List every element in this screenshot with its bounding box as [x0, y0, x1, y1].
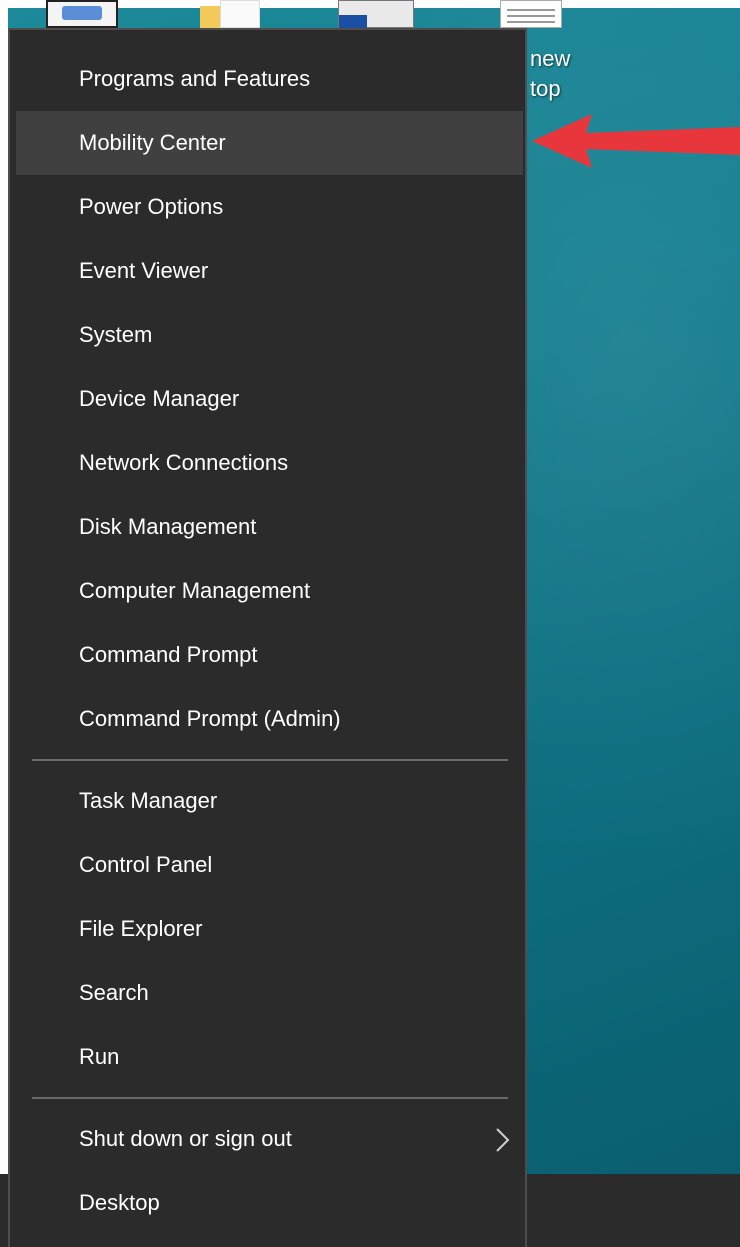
menu-item-label: Event Viewer	[79, 258, 209, 283]
menu-separator	[32, 759, 508, 761]
menu-item-label: Command Prompt	[79, 642, 258, 667]
menu-item-file-explorer[interactable]: File Explorer	[16, 897, 523, 961]
menu-item-event-viewer[interactable]: Event Viewer	[16, 239, 523, 303]
text-file-icon[interactable]	[500, 0, 562, 28]
menu-item-mobility-center[interactable]: Mobility Center	[16, 111, 523, 175]
menu-item-desktop[interactable]: Desktop	[16, 1171, 523, 1235]
desktop-shortcut-label[interactable]: new top	[530, 44, 570, 104]
menu-item-label: Disk Management	[79, 514, 257, 539]
menu-separator	[32, 1097, 508, 1099]
folder-document-icon[interactable]	[200, 0, 260, 28]
menu-item-label: Desktop	[79, 1190, 160, 1215]
menu-item-label: Control Panel	[79, 852, 213, 877]
menu-item-label: Programs and Features	[79, 66, 311, 91]
menu-item-system[interactable]: System	[16, 303, 523, 367]
menu-item-label: Task Manager	[79, 788, 218, 813]
menu-item-command-prompt-admin[interactable]: Command Prompt (Admin)	[16, 687, 523, 751]
menu-item-programs-and-features[interactable]: Programs and Features	[16, 47, 523, 111]
menu-item-label: Run	[79, 1044, 120, 1069]
menu-item-control-panel[interactable]: Control Panel	[16, 833, 523, 897]
menu-item-command-prompt[interactable]: Command Prompt	[16, 623, 523, 687]
menu-item-network-connections[interactable]: Network Connections	[16, 431, 523, 495]
menu-item-computer-management[interactable]: Computer Management	[16, 559, 523, 623]
menu-item-power-options[interactable]: Power Options	[16, 175, 523, 239]
menu-item-label: System	[79, 322, 153, 347]
menu-item-label: Mobility Center	[79, 130, 226, 155]
document-shortcut-icon[interactable]	[338, 0, 414, 29]
menu-item-label: Shut down or sign out	[79, 1126, 292, 1151]
menu-item-label: Network Connections	[79, 450, 289, 475]
menu-item-device-manager[interactable]: Device Manager	[16, 367, 523, 431]
menu-item-label: File Explorer	[79, 916, 203, 941]
desktop-shortcut-icon[interactable]	[46, 0, 118, 28]
menu-item-disk-management[interactable]: Disk Management	[16, 495, 523, 559]
menu-item-shut-down-or-sign-out[interactable]: Shut down or sign out	[16, 1107, 523, 1171]
power-user-menu: Programs and Features Mobility Center Powe…	[8, 28, 527, 1247]
menu-item-label: Command Prompt (Admin)	[79, 706, 341, 731]
desktop-shortcut-label-line1: new	[530, 46, 571, 71]
menu-item-label: Device Manager	[79, 386, 240, 411]
menu-item-run[interactable]: Run	[16, 1025, 523, 1089]
chevron-right-icon	[496, 1128, 510, 1152]
menu-item-label: Computer Management	[79, 578, 311, 603]
menu-item-label: Search	[79, 980, 149, 1005]
desktop-shortcut-label-line2: top	[530, 76, 561, 101]
menu-item-search[interactable]: Search	[16, 961, 523, 1025]
menu-item-task-manager[interactable]: Task Manager	[16, 769, 523, 833]
menu-item-label: Power Options	[79, 194, 224, 219]
